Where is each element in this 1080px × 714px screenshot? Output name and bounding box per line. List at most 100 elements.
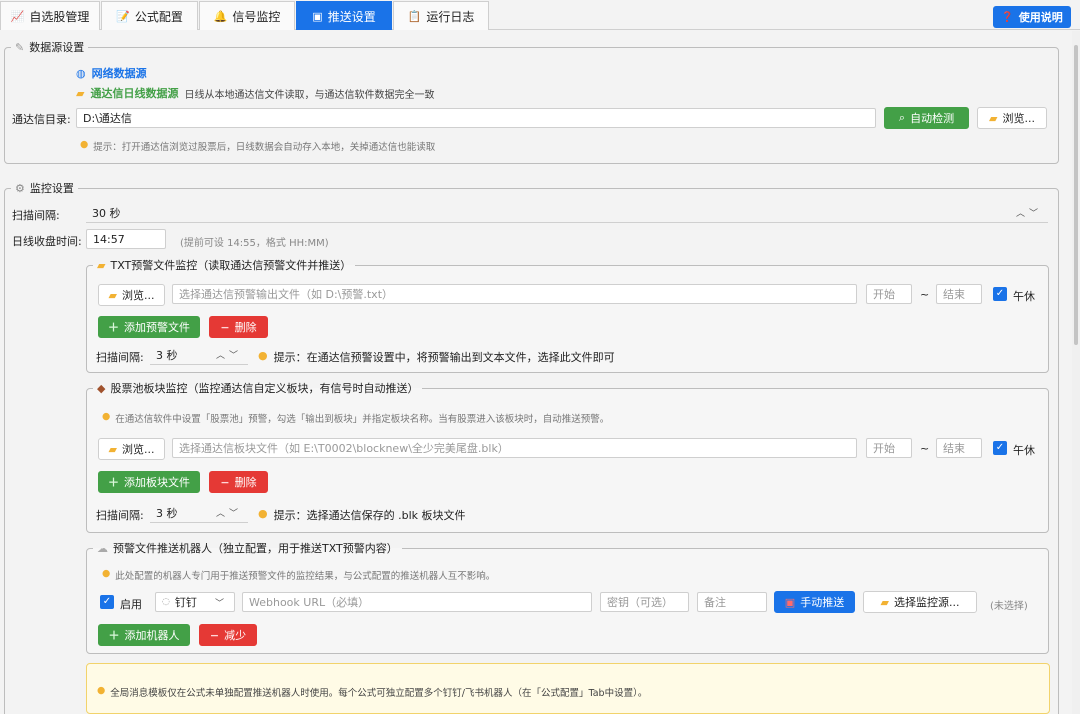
minus-icon: − <box>209 628 220 642</box>
help-button[interactable]: ❓ 使用说明 <box>993 6 1071 28</box>
push-settings-panel: ✎ 数据源设置 ◍ 网络数据源 ▰ 通达信日线数据源 日线从本地通达信文件读取，… <box>0 31 1072 714</box>
tdx-option[interactable]: ▰ 通达信日线数据源 日线从本地通达信文件读取，与通达信软件数据完全一致 <box>76 85 434 101</box>
pool-legend: ◆ 股票池板块监控（监控通达信自定义板块，有信号时自动推送） <box>93 380 422 396</box>
pool-noon-checkbox[interactable]: ✓ <box>993 441 1007 455</box>
auto-detect-button[interactable]: ⌕ 自动检测 <box>884 107 969 129</box>
txt-end-input[interactable]: 结束 <box>936 284 982 304</box>
tab-push-settings[interactable]: ▣ 推送设置 <box>296 1 392 30</box>
tab-bar: 📈 自选股管理 📝 公式配置 🔔 信号监控 ▣ 推送设置 📋 运行日志 ❓ 使用… <box>0 0 1080 30</box>
bulb-icon: ● <box>258 349 268 362</box>
plus-icon: ＋ <box>108 629 120 642</box>
tab-label: 公式配置 <box>134 9 183 24</box>
delete-pool-label: 删除 <box>234 476 257 489</box>
robot-legend: ☁ 预警文件推送机器人（独立配置，用于推送TXT预警内容） <box>93 540 402 556</box>
choose-source-label: 选择监控源... <box>893 596 960 609</box>
txt-browse-button[interactable]: ▰ 浏览... <box>98 284 165 306</box>
add-pool-label: 添加板块文件 <box>124 476 190 489</box>
tdx-option-desc: 日线从本地通达信文件读取，与通达信软件数据完全一致 <box>184 89 435 101</box>
bulb-icon: ● <box>102 568 111 579</box>
txt-scan-select[interactable]: 3 秒 ︿﹀ <box>150 345 248 365</box>
tab-label: 运行日志 <box>426 9 475 24</box>
gear-icon: ⚙ <box>15 181 25 195</box>
pool-tip: ● 提示：选择通达信保存的 .blk 板块文件 <box>258 507 466 523</box>
manual-push-button[interactable]: ▣ 手动推送 <box>774 591 855 613</box>
reduce-robot-label: 减少 <box>224 629 247 642</box>
close-time-input[interactable]: 14:57 <box>86 229 166 249</box>
minus-icon: − <box>220 320 230 334</box>
tdx-option-label: 通达信日线数据源 <box>90 87 179 100</box>
plug-icon: ✎ <box>15 40 25 54</box>
chevron-down-icon: ﹀ <box>214 598 228 609</box>
bulb-icon: ● <box>80 139 89 150</box>
template-notice: ● 全局消息模板仅在公式未单独配置推送机器人时使用。每个公式可独立配置多个钉钉/… <box>86 663 1050 714</box>
add-robot-button[interactable]: ＋ 添加机器人 <box>98 624 190 646</box>
folder-icon: ▰ <box>76 86 85 100</box>
reduce-robot-button[interactable]: − 减少 <box>199 624 257 646</box>
txt-start-input[interactable]: 开始 <box>866 284 912 304</box>
tab-formula[interactable]: 📝 公式配置 <box>101 1 198 30</box>
monitor-title: 监控设置 <box>29 182 74 195</box>
txt-tip-text: 提示：在通达信预警设置中，将预警输出到文本文件，选择此文件即可 <box>273 351 615 364</box>
txt-scan-value: 3 秒 <box>156 348 178 362</box>
source-unselected: (未选择) <box>990 601 1028 612</box>
scan-interval-select[interactable]: 30 秒 ︿﹀ <box>86 203 1048 223</box>
tdx-dir-input[interactable]: D:\通达信 <box>76 108 876 128</box>
txt-file-input[interactable]: 选择通达信预警输出文件（如 D:\预警.txt） <box>172 284 857 304</box>
choose-source-button[interactable]: ▰ 选择监控源... <box>863 591 977 613</box>
network-option-label: 网络数据源 <box>91 67 147 80</box>
robot-tip-top-text: 此处配置的机器人专门用于推送预警文件的监控结果，与公式配置的推送机器人互不影响。 <box>115 571 496 582</box>
tab-log[interactable]: 📋 运行日志 <box>393 1 489 30</box>
folder-icon: ▰ <box>880 595 889 609</box>
tab-signal[interactable]: 🔔 信号监控 <box>199 1 295 30</box>
tab-label: 自选股管理 <box>29 9 90 24</box>
monitor-legend: ⚙ 监控设置 <box>11 180 78 196</box>
pool-file-input[interactable]: 选择通达信板块文件（如 E:\T0002\blocknew\全少完美尾盘.blk… <box>172 438 857 458</box>
robot-platform-select[interactable]: ◌ 钉钉 ﹀ <box>155 592 235 612</box>
webhook-input[interactable]: Webhook URL（必填） <box>242 592 592 612</box>
scan-interval-label: 扫描间隔: <box>12 209 60 222</box>
pool-browse-button[interactable]: ▰ 浏览... <box>98 438 165 460</box>
robot-enable-label: 启用 <box>120 598 142 611</box>
tab-label: 推送设置 <box>327 9 376 24</box>
search-icon: ⌕ <box>898 111 906 124</box>
add-pool-file-button[interactable]: ＋ 添加板块文件 <box>98 471 200 493</box>
network-option[interactable]: ◍ 网络数据源 <box>76 65 147 81</box>
tab-label: 信号监控 <box>232 9 281 24</box>
datasource-legend: ✎ 数据源设置 <box>11 39 88 55</box>
scrollbar-thumb[interactable] <box>1074 45 1078 345</box>
bulb-icon: ● <box>258 507 268 520</box>
help-button-label: 使用说明 <box>1018 11 1063 24</box>
clipboard-icon: 📋 <box>407 9 422 23</box>
question-icon: ❓ <box>1001 11 1014 23</box>
txt-noon-checkbox[interactable]: ✓ <box>993 287 1007 301</box>
chat-icon: ◌ <box>162 597 170 607</box>
add-txt-file-button[interactable]: ＋ 添加预警文件 <box>98 316 200 338</box>
delete-pool-file-button[interactable]: − 删除 <box>209 471 268 493</box>
pool-tip-top-text: 在通达信软件中设置「股票池」预警，勾选「输出到板块」并指定板块名称。当有股票进入… <box>115 414 610 425</box>
send-icon: ▣ <box>784 595 796 609</box>
pool-scan-select[interactable]: 3 秒 ︿﹀ <box>150 503 248 523</box>
robot-tip-top: ● 此处配置的机器人专门用于推送预警文件的监控结果，与公式配置的推送机器人互不影… <box>102 568 495 582</box>
tab-watchlist[interactable]: 📈 自选股管理 <box>0 1 100 30</box>
remark-input[interactable]: 备注 <box>697 592 767 612</box>
secret-input[interactable]: 密钥（可选） <box>600 592 689 612</box>
pool-end-input[interactable]: 结束 <box>936 438 982 458</box>
tdx-dir-label: 通达信目录: <box>12 113 71 126</box>
delete-txt-file-button[interactable]: − 删除 <box>209 316 268 338</box>
minus-icon: − <box>220 475 230 489</box>
browse-dir-button[interactable]: ▰ 浏览... <box>977 107 1047 129</box>
datasource-tip: ● 提示：打开通达信浏览过股票后，日线数据会自动存入本地，关掉通达信也能读取 <box>80 139 435 153</box>
add-robot-label: 添加机器人 <box>124 629 180 642</box>
range-tilde: ~ <box>920 442 930 455</box>
spin-arrows-icon: ︿﹀ <box>1015 209 1042 219</box>
bulb-icon: ● <box>102 411 111 422</box>
pool-start-input[interactable]: 开始 <box>866 438 912 458</box>
pool-scan-label: 扫描间隔: <box>96 509 144 522</box>
txt-noon-label: 午休 <box>1013 290 1035 303</box>
vertical-scrollbar[interactable] <box>1072 31 1080 714</box>
browse-label: 浏览... <box>121 289 155 302</box>
robot-enable-checkbox[interactable]: ✓ <box>100 595 114 609</box>
close-time-hint: (提前可设 14:55，格式 HH:MM) <box>180 238 329 249</box>
plus-icon: ＋ <box>108 321 119 334</box>
datasource-title: 数据源设置 <box>29 41 85 54</box>
